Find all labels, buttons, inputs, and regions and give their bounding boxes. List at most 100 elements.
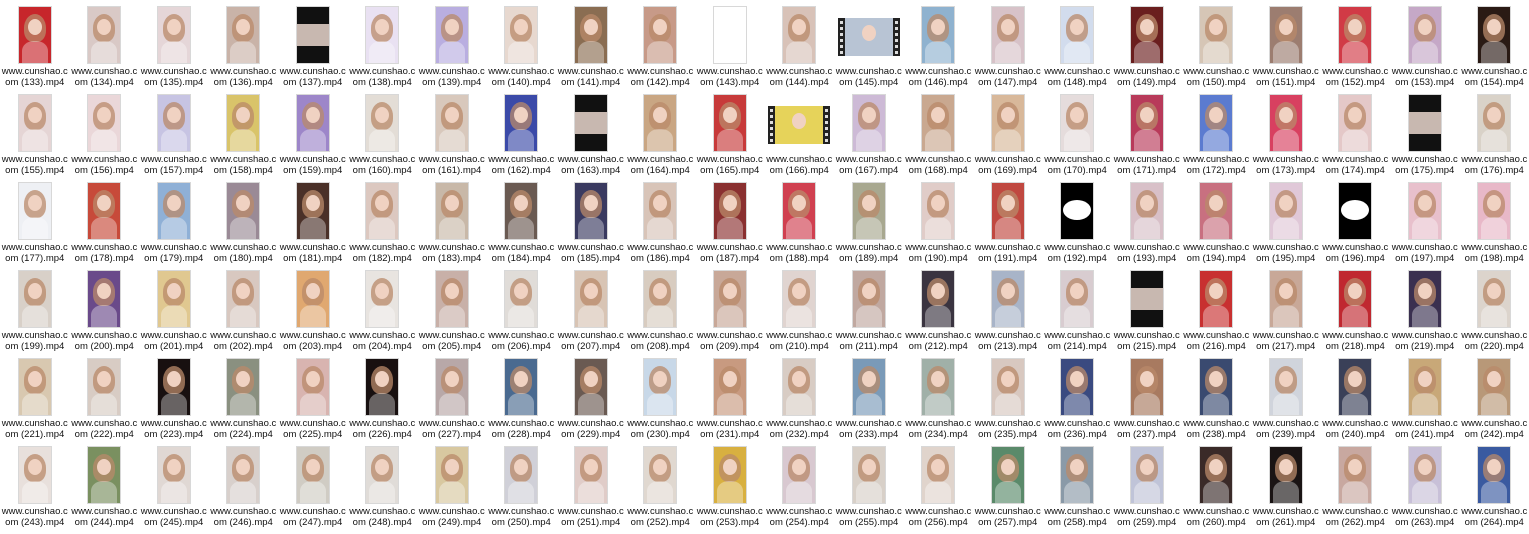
- file-item[interactable]: www.cunshao.com (263).mp4: [1390, 442, 1460, 530]
- file-item[interactable]: www.cunshao.com (161).mp4: [417, 90, 487, 178]
- video-thumbnail[interactable]: [18, 270, 52, 328]
- video-thumbnail[interactable]: [782, 182, 816, 240]
- video-thumbnail[interactable]: [1408, 270, 1442, 328]
- video-thumbnail[interactable]: [1269, 358, 1303, 416]
- video-thumbnail[interactable]: [574, 446, 608, 504]
- video-thumbnail[interactable]: [713, 94, 747, 152]
- video-thumbnail[interactable]: [713, 358, 747, 416]
- file-item[interactable]: www.cunshao.com (149).mp4: [1112, 2, 1182, 90]
- video-thumbnail[interactable]: [1408, 358, 1442, 416]
- video-thumbnail[interactable]: [226, 270, 260, 328]
- video-thumbnail[interactable]: [1269, 270, 1303, 328]
- file-item[interactable]: www.cunshao.com (138).mp4: [348, 2, 418, 90]
- video-thumbnail[interactable]: [1477, 182, 1511, 240]
- video-thumbnail[interactable]: [1269, 6, 1303, 64]
- file-item[interactable]: www.cunshao.com (164).mp4: [626, 90, 696, 178]
- video-thumbnail[interactable]: [157, 94, 191, 152]
- file-item[interactable]: www.cunshao.com (218).mp4: [1321, 266, 1391, 354]
- file-item[interactable]: www.cunshao.com (201).mp4: [139, 266, 209, 354]
- file-item[interactable]: www.cunshao.com (221).mp4: [0, 354, 70, 442]
- video-thumbnail[interactable]: [1338, 182, 1372, 240]
- video-thumbnail[interactable]: [226, 358, 260, 416]
- file-item[interactable]: www.cunshao.com (255).mp4: [834, 442, 904, 530]
- video-thumbnail[interactable]: [365, 94, 399, 152]
- file-item[interactable]: www.cunshao.com (158).mp4: [209, 90, 279, 178]
- video-thumbnail[interactable]: [921, 6, 955, 64]
- file-item[interactable]: www.cunshao.com (211).mp4: [834, 266, 904, 354]
- video-thumbnail[interactable]: [574, 6, 608, 64]
- video-thumbnail[interactable]: [87, 6, 121, 64]
- file-item[interactable]: www.cunshao.com (240).mp4: [1321, 354, 1391, 442]
- file-item[interactable]: www.cunshao.com (249).mp4: [417, 442, 487, 530]
- file-item[interactable]: www.cunshao.com (136).mp4: [209, 2, 279, 90]
- file-item[interactable]: www.cunshao.com (262).mp4: [1321, 442, 1391, 530]
- file-item[interactable]: www.cunshao.com (163).mp4: [556, 90, 626, 178]
- video-thumbnail[interactable]: [1130, 358, 1164, 416]
- video-thumbnail[interactable]: [87, 446, 121, 504]
- video-thumbnail[interactable]: [18, 182, 52, 240]
- video-thumbnail[interactable]: [1199, 358, 1233, 416]
- file-item[interactable]: www.cunshao.com (172).mp4: [1182, 90, 1252, 178]
- file-item[interactable]: www.cunshao.com (142).mp4: [626, 2, 696, 90]
- file-item[interactable]: www.cunshao.com (199).mp4: [0, 266, 70, 354]
- video-thumbnail[interactable]: [1477, 270, 1511, 328]
- file-item[interactable]: www.cunshao.com (143).mp4: [695, 2, 765, 90]
- video-thumbnail[interactable]: [921, 182, 955, 240]
- file-item[interactable]: www.cunshao.com (244).mp4: [70, 442, 140, 530]
- video-thumbnail[interactable]: [1060, 6, 1094, 64]
- file-item[interactable]: www.cunshao.com (209).mp4: [695, 266, 765, 354]
- file-item[interactable]: www.cunshao.com (191).mp4: [973, 178, 1043, 266]
- file-item[interactable]: www.cunshao.com (185).mp4: [556, 178, 626, 266]
- file-item[interactable]: www.cunshao.com (246).mp4: [209, 442, 279, 530]
- file-item[interactable]: www.cunshao.com (237).mp4: [1112, 354, 1182, 442]
- file-item[interactable]: www.cunshao.com (264).mp4: [1460, 442, 1529, 530]
- video-thumbnail[interactable]: [296, 358, 330, 416]
- video-thumbnail[interactable]: [1199, 182, 1233, 240]
- file-item[interactable]: www.cunshao.com (190).mp4: [904, 178, 974, 266]
- video-thumbnail[interactable]: [226, 446, 260, 504]
- file-item[interactable]: www.cunshao.com (133).mp4: [0, 2, 70, 90]
- file-item[interactable]: www.cunshao.com (232).mp4: [765, 354, 835, 442]
- video-thumbnail[interactable]: [1060, 182, 1094, 240]
- file-item[interactable]: www.cunshao.com (194).mp4: [1182, 178, 1252, 266]
- file-item[interactable]: www.cunshao.com (257).mp4: [973, 442, 1043, 530]
- file-item[interactable]: www.cunshao.com (182).mp4: [348, 178, 418, 266]
- video-thumbnail[interactable]: [1130, 6, 1164, 64]
- file-item[interactable]: www.cunshao.com (247).mp4: [278, 442, 348, 530]
- video-thumbnail[interactable]: [365, 182, 399, 240]
- video-thumbnail[interactable]: [1130, 94, 1164, 152]
- file-item[interactable]: www.cunshao.com (151).mp4: [1251, 2, 1321, 90]
- video-thumbnail[interactable]: [157, 182, 191, 240]
- file-item[interactable]: www.cunshao.com (224).mp4: [209, 354, 279, 442]
- video-thumbnail[interactable]: [1199, 6, 1233, 64]
- file-item[interactable]: www.cunshao.com (233).mp4: [834, 354, 904, 442]
- file-item[interactable]: www.cunshao.com (225).mp4: [278, 354, 348, 442]
- video-thumbnail[interactable]: [921, 94, 955, 152]
- file-item[interactable]: www.cunshao.com (176).mp4: [1460, 90, 1529, 178]
- file-item[interactable]: www.cunshao.com (202).mp4: [209, 266, 279, 354]
- file-item[interactable]: www.cunshao.com (174).mp4: [1321, 90, 1391, 178]
- video-thumbnail[interactable]: [1477, 446, 1511, 504]
- video-thumbnail[interactable]: [643, 6, 677, 64]
- video-thumbnail[interactable]: [435, 94, 469, 152]
- video-thumbnail[interactable]: [643, 358, 677, 416]
- file-item[interactable]: www.cunshao.com (148).mp4: [1043, 2, 1113, 90]
- video-thumbnail[interactable]: [504, 446, 538, 504]
- video-thumbnail[interactable]: [643, 270, 677, 328]
- file-item[interactable]: www.cunshao.com (229).mp4: [556, 354, 626, 442]
- video-thumbnail[interactable]: [1269, 182, 1303, 240]
- file-item[interactable]: www.cunshao.com (168).mp4: [904, 90, 974, 178]
- file-item[interactable]: www.cunshao.com (141).mp4: [556, 2, 626, 90]
- video-thumbnail[interactable]: [504, 182, 538, 240]
- file-item[interactable]: www.cunshao.com (223).mp4: [139, 354, 209, 442]
- file-item[interactable]: www.cunshao.com (256).mp4: [904, 442, 974, 530]
- file-item[interactable]: www.cunshao.com (178).mp4: [70, 178, 140, 266]
- video-thumbnail[interactable]: [1338, 6, 1372, 64]
- file-item[interactable]: www.cunshao.com (188).mp4: [765, 178, 835, 266]
- file-item[interactable]: www.cunshao.com (204).mp4: [348, 266, 418, 354]
- video-thumbnail[interactable]: [991, 446, 1025, 504]
- file-item[interactable]: www.cunshao.com (198).mp4: [1460, 178, 1529, 266]
- file-item[interactable]: www.cunshao.com (160).mp4: [348, 90, 418, 178]
- file-item[interactable]: www.cunshao.com (217).mp4: [1251, 266, 1321, 354]
- video-thumbnail[interactable]: [643, 446, 677, 504]
